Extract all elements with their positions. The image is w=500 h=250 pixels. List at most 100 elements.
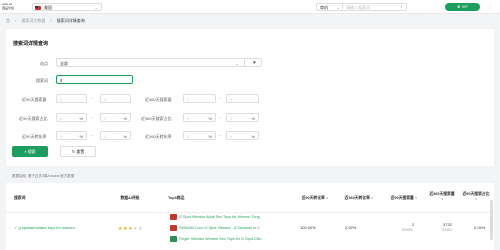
placeholder: 0: [187, 116, 190, 121]
placeholder: 0: [60, 116, 63, 121]
site-select[interactable]: 全部 ⌄ ♥: [56, 58, 262, 67]
product-thumbnail: [170, 225, 177, 231]
search90-label: 近90天搜索量: [22, 97, 47, 102]
placeholder: 0: [187, 97, 190, 102]
percent-suffix: %: [208, 134, 212, 139]
breadcrumb-separator: /: [50, 18, 52, 23]
reset-icon: ↻: [71, 149, 76, 154]
conv90-value: 100.00%: [300, 225, 316, 230]
range-dash: ~: [91, 96, 94, 101]
search-type-label: 商机: [320, 5, 328, 10]
breadcrumb-separator: /: [15, 18, 17, 23]
breadcrumb-current: 搜索词详情查询: [56, 18, 85, 23]
search-type-select[interactable]: 商机 ⌄: [316, 3, 342, 11]
col-header-keyword[interactable]: 搜索词: [14, 196, 54, 201]
checkmark-icon: ✓: [14, 225, 18, 230]
search-button[interactable]: ⌕ 搜索: [12, 146, 48, 157]
crown-icon: ♛: [456, 4, 461, 9]
sort-icon: ⇅: [414, 196, 418, 200]
chevron-down-icon: ⌄: [336, 4, 340, 10]
placeholder: 0: [230, 134, 233, 139]
col-header-conv360[interactable]: 近360天转化率 ⇅: [338, 196, 380, 201]
col-header-top3[interactable]: Top3商品: [168, 196, 208, 201]
more-icon[interactable]: ⋮: [486, 3, 494, 11]
search90-max-input[interactable]: 0: [100, 94, 131, 103]
scrollbar[interactable]: [490, 200, 493, 240]
sort-icon: ⇅: [440, 197, 444, 201]
star-empty-icon: ★: [137, 226, 143, 232]
range-dash: ~: [219, 96, 222, 101]
conv90-max-input[interactable]: 0%: [100, 131, 131, 140]
search360-max-input[interactable]: 0: [226, 94, 259, 103]
range-dash: ~: [91, 115, 94, 120]
site-label: 站点: [40, 61, 48, 66]
site-selector[interactable]: 美国 ⌄: [32, 3, 102, 11]
product-link-1[interactable]: G Spot Vibrator Adult Sex Toys for Women…: [170, 214, 298, 220]
search360-min-input[interactable]: 0: [183, 94, 216, 103]
percent-suffix: %: [123, 116, 127, 121]
us-flag-icon: [35, 5, 41, 10]
placeholder: 0: [60, 97, 63, 102]
global-search-input[interactable]: [343, 4, 393, 10]
divider: [244, 60, 245, 66]
ai-rating-stars: ★★★★★: [118, 226, 143, 232]
site-selector-label: 美国: [44, 5, 52, 10]
conv360-min-input[interactable]: 0%: [183, 131, 216, 140]
chevron-down-icon: ⌄: [94, 4, 98, 10]
reset-button[interactable]: ↻ 重置: [60, 146, 96, 157]
product-title: Finger Vibrator Women Sex Toys for G Spo…: [179, 237, 262, 241]
keyword-link[interactable]: ✓ g spotstimulator toys for women: [14, 225, 75, 230]
col-header-rating[interactable]: 数据AI评级: [110, 196, 150, 201]
product-link-2[interactable]: SWAOM Coco G Spot Vibrator - 8 Seconds t…: [170, 225, 298, 231]
col-header-share90[interactable]: 近90天搜索占比 ⇅: [462, 192, 490, 202]
vip-button[interactable]: ♛ VIP: [445, 3, 480, 11]
conv360-value: 2.92%: [345, 225, 357, 230]
data-source-note: 数据抽检: 基于过去3周Amazon官方数据: [12, 174, 75, 178]
percent-suffix: %: [251, 116, 255, 121]
site-select-value: 全部: [60, 61, 68, 66]
range-dash: ~: [219, 133, 222, 138]
share360-min-input[interactable]: 0%: [183, 113, 216, 122]
col-header-label: 近90天搜索占比: [462, 192, 490, 196]
col-header-conv90[interactable]: 近90天转化率 ⇅: [295, 196, 335, 201]
placeholder: 0: [230, 116, 233, 121]
placeholder: 0: [230, 97, 233, 102]
conv360-max-input[interactable]: 0%: [226, 131, 259, 140]
range-dash: ~: [91, 133, 94, 138]
share90-min-input[interactable]: 0%: [56, 113, 87, 122]
search-icon[interactable]: ⌕: [400, 4, 403, 10]
product-link-3[interactable]: Finger Vibrator Women Sex Toys for G Spo…: [170, 236, 298, 242]
col-header-search90[interactable]: 近90天搜索量 ⇅: [383, 196, 425, 201]
search-icon: ⌕: [24, 149, 27, 154]
col-header-label: 数据AI评级: [120, 196, 140, 200]
sort-icon: ⇅: [325, 196, 329, 200]
percent-suffix: %: [123, 134, 127, 139]
conv90-min-input[interactable]: 0%: [56, 131, 87, 140]
search90-min-input[interactable]: 0: [56, 94, 87, 103]
search360-label: 近360天搜索量: [145, 97, 172, 102]
search360-change: 76.28%: [441, 228, 452, 232]
breadcrumb-item-bigdata[interactable]: 搜索词大数据: [21, 18, 45, 23]
col-header-label: Top3商品: [168, 196, 185, 200]
share90-max-input[interactable]: 0%: [100, 113, 131, 122]
search-button-label: 搜索: [27, 149, 36, 154]
heart-icon[interactable]: ♥: [253, 60, 256, 66]
share360-max-input[interactable]: 0%: [226, 113, 259, 122]
product-title: G Spot Vibrator Adult Sex Toys for Women…: [179, 215, 260, 219]
keyword-text: g spotstimulator toys for women: [18, 225, 75, 230]
breadcrumb: 首 / 搜索词大数据 / 搜索词详情查询: [6, 17, 89, 25]
col-header-label: 近90天搜索量: [390, 196, 414, 200]
logo-line2: 选品平台: [2, 6, 15, 10]
share360-label: 近360天搜索占比: [141, 116, 172, 121]
breadcrumb-home[interactable]: 首: [6, 18, 10, 23]
col-header-search360[interactable]: 近360天搜索量 ⇅: [428, 192, 456, 202]
keyword-input[interactable]: g: [56, 75, 133, 84]
search90-change: -99.95%: [401, 228, 413, 232]
placeholder: 0: [60, 134, 63, 139]
sort-icon: ⇅: [474, 197, 478, 201]
percent-suffix: %: [79, 134, 83, 139]
chevron-down-icon: ⌄: [235, 60, 239, 66]
placeholder: 0: [104, 116, 107, 121]
top-bar: ueie.ca 选品平台 美国 ⌄ 商机 ⌄ ⌕ ♛ VIP ⋮: [0, 0, 500, 14]
logo[interactable]: ueie.ca 选品平台: [2, 2, 16, 10]
